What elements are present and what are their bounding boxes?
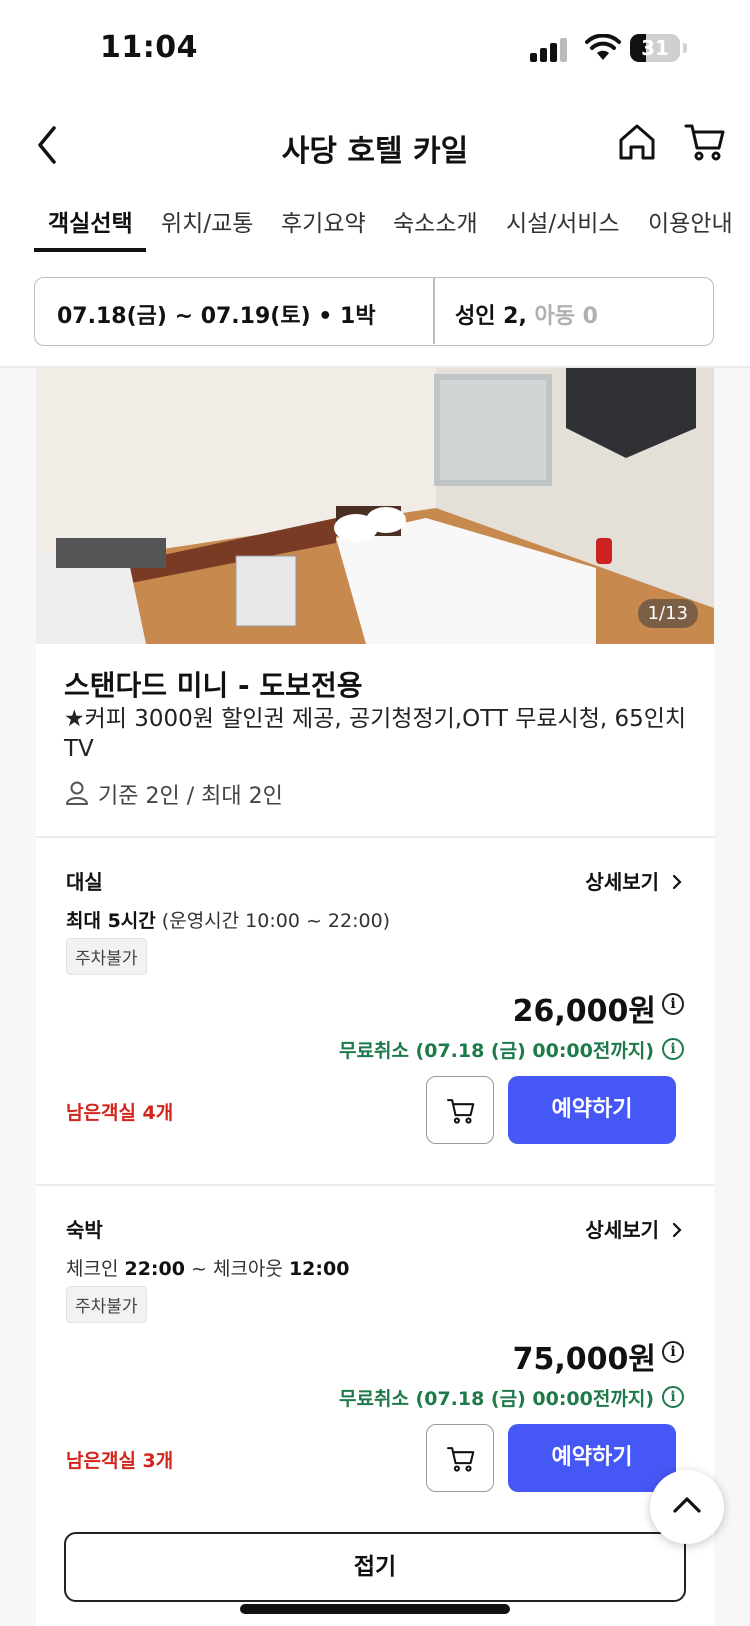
parking-badge: 주차불가 <box>66 1286 147 1323</box>
active-tab-indicator <box>34 248 146 252</box>
wifi-icon <box>585 34 621 60</box>
date-range-selector[interactable]: 07.18(금) ~ 07.19(토) • 1박 <box>57 298 376 330</box>
status-bar: 11:04 31 <box>0 0 750 96</box>
book-button[interactable]: 예약하기 <box>508 1076 676 1144</box>
tab-property-intro[interactable]: 숙소소개 <box>393 204 478 238</box>
battery-icon: 31 <box>630 34 680 62</box>
book-button[interactable]: 예약하기 <box>508 1424 676 1492</box>
person-icon <box>66 781 88 805</box>
room-card: 1/13 스탠다드 미니 - 도보전용 ★커피 3000원 할인권 제공, 공기… <box>36 368 714 1626</box>
operating-hours: (운영시간 10:00 ~ 22:00) <box>155 910 391 932</box>
max-hours: 최대 5시간 <box>66 910 156 932</box>
home-indicator <box>240 1604 510 1614</box>
checkin-label: 체크인 <box>66 1258 125 1280</box>
room-photo-illustration <box>36 368 714 644</box>
checkout-label: ~ 체크아웃 <box>184 1258 289 1280</box>
adult-count: 성인 2, <box>455 304 527 329</box>
detail-link[interactable]: 상세보기 <box>585 866 684 895</box>
free-cancel-text: 무료취소 (07.18 (금) 00:00전까지) <box>339 1040 654 1062</box>
info-icon[interactable]: i <box>662 1038 684 1060</box>
rooms-remaining: 남은객실 4개 <box>66 1102 174 1124</box>
battery-cap <box>683 43 687 53</box>
chevron-right-icon <box>672 1222 682 1238</box>
capacity-text: 기준 2인 / 최대 2인 <box>98 784 283 809</box>
app-header: 사당 호텔 카일 <box>0 110 750 180</box>
section-tabs: 객실선택 위치/교통 후기요약 숙소소개 시설/서비스 이용안내 <box>0 196 750 256</box>
home-icon[interactable] <box>615 120 659 164</box>
free-cancel-text: 무료취소 (07.18 (금) 00:00전까지) <box>339 1388 654 1410</box>
checkin-checkout-times: 체크인 22:00 ~ 체크아웃 12:00 <box>66 1254 349 1281</box>
divider <box>433 278 435 344</box>
room-name: 스탠다드 미니 - 도보전용 <box>64 669 363 702</box>
detail-link-label: 상세보기 <box>585 1218 660 1242</box>
rate-type: 숙박 <box>66 1218 103 1242</box>
rate-option-daytime: 대실 상세보기 최대 5시간 (운영시간 10:00 ~ 22:00) 주차불가… <box>36 838 714 1166</box>
tab-review-summary[interactable]: 후기요약 <box>281 204 366 238</box>
info-icon[interactable]: i <box>662 1341 684 1363</box>
room-photo[interactable]: 1/13 <box>36 368 714 644</box>
cellular-signal-icon <box>530 38 570 62</box>
price: 75,000원 <box>512 1342 656 1377</box>
guest-selector[interactable]: 성인 2, 아동 0 <box>455 298 598 330</box>
rate-type: 대실 <box>66 870 103 894</box>
collapse-button[interactable]: 접기 <box>64 1532 686 1602</box>
scroll-to-top-button[interactable] <box>650 1470 724 1544</box>
booking-filter-bar: 07.18(금) ~ 07.19(토) • 1박 성인 2, 아동 0 <box>34 277 714 346</box>
tab-facilities[interactable]: 시설/서비스 <box>506 204 620 238</box>
tab-usage-guide[interactable]: 이용안내 <box>648 204 733 238</box>
photo-counter: 1/13 <box>637 599 698 628</box>
cart-icon[interactable] <box>683 120 727 164</box>
info-icon[interactable]: i <box>662 993 684 1015</box>
detail-link[interactable]: 상세보기 <box>585 1214 684 1243</box>
chevron-up-icon <box>673 1497 701 1513</box>
checkout-time: 12:00 <box>288 1258 350 1280</box>
room-description: ★커피 3000원 할인권 제공, 공기청정기,OTT 무료시청, 65인치 T… <box>64 706 687 762</box>
tab-location[interactable]: 위치/교통 <box>161 204 253 238</box>
rooms-remaining: 남은객실 3개 <box>66 1450 174 1472</box>
rate-option-overnight: 숙박 상세보기 체크인 22:00 ~ 체크아웃 12:00 주차불가 75,0… <box>36 1186 714 1514</box>
info-icon[interactable]: i <box>662 1386 684 1408</box>
add-to-cart-button[interactable] <box>426 1424 494 1492</box>
add-to-cart-button[interactable] <box>426 1076 494 1144</box>
cart-icon <box>447 1447 475 1472</box>
tab-room-select[interactable]: 객실선택 <box>48 204 133 238</box>
price: 26,000원 <box>512 994 656 1029</box>
child-count: 아동 0 <box>534 304 598 329</box>
parking-badge: 주차불가 <box>66 938 147 975</box>
usage-hours: 최대 5시간 (운영시간 10:00 ~ 22:00) <box>66 906 390 933</box>
status-time: 11:04 <box>100 30 198 65</box>
chevron-right-icon <box>672 874 682 890</box>
detail-link-label: 상세보기 <box>585 870 660 894</box>
checkin-time: 22:00 <box>124 1258 185 1280</box>
cart-icon <box>447 1099 475 1124</box>
battery-level: 31 <box>641 36 669 60</box>
